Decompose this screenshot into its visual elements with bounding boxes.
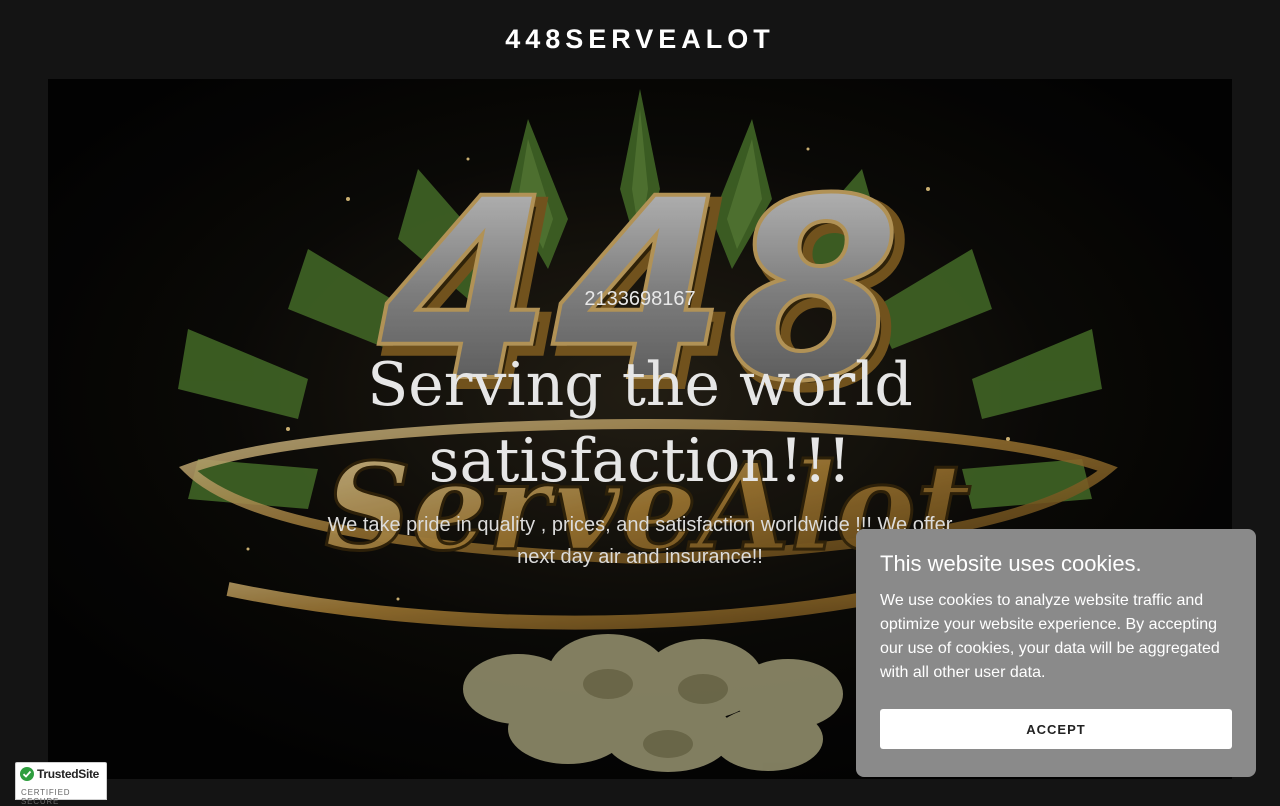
cookie-text: We use cookies to analyze website traffi… xyxy=(880,592,1220,681)
hero-headline: Serving the world satisfaction!!! xyxy=(367,350,913,496)
cookie-title: This website uses cookies. xyxy=(880,551,1142,576)
trustedsite-name: TrustedSite xyxy=(37,767,100,781)
phone-number[interactable]: 2133698167 xyxy=(48,288,1232,311)
trustedsite-subtitle: CERTIFIED SECURE xyxy=(21,788,71,806)
site-title[interactable]: 448SERVEALOT xyxy=(505,24,775,55)
cookie-banner: This website uses cookies. We use cookie… xyxy=(856,529,1256,777)
site-header: 448SERVEALOT xyxy=(0,0,1280,79)
trustedsite-badge[interactable]: TrustedSite CERTIFIED SECURE xyxy=(15,762,107,806)
checkmark-icon xyxy=(20,767,34,781)
accept-cookies-button[interactable]: ACCEPT xyxy=(880,709,1232,749)
trustedsite-row: TrustedSite xyxy=(20,767,99,781)
